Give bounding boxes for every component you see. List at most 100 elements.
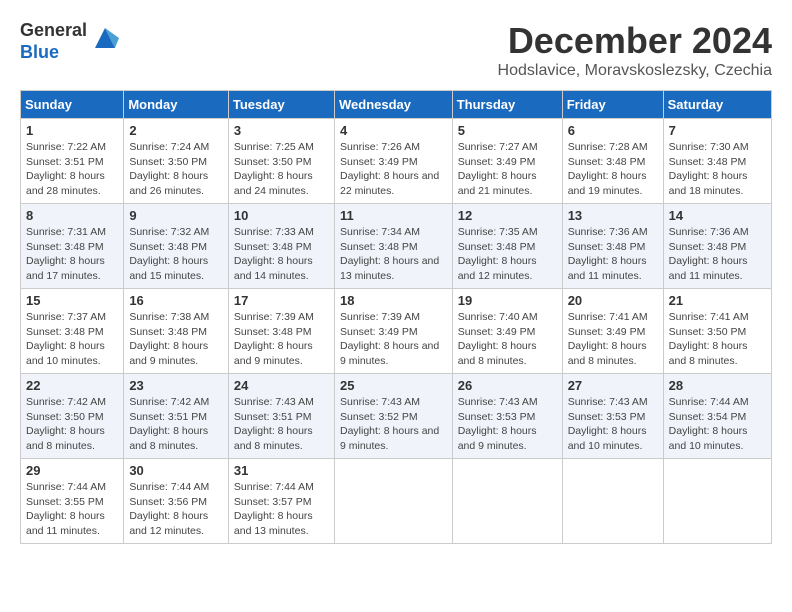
day-detail: Sunrise: 7:25 AMSunset: 3:50 PMDaylight:…: [234, 140, 329, 199]
month-title: December 2024: [498, 20, 772, 62]
day-detail: Sunrise: 7:31 AMSunset: 3:48 PMDaylight:…: [26, 225, 118, 284]
calendar-day-28: 28Sunrise: 7:44 AMSunset: 3:54 PMDayligh…: [663, 374, 771, 459]
day-number: 4: [340, 123, 447, 138]
calendar-day-13: 13 Sunrise: 7:36 AMSunset: 3:48 PMDayligh…: [562, 204, 663, 289]
calendar-day-2: 2 Sunrise: 7:24 AMSunset: 3:50 PMDaylight…: [124, 119, 229, 204]
day-detail: Sunrise: 7:36 AMSunset: 3:48 PMDaylight:…: [669, 225, 766, 284]
weekday-header-saturday: Saturday: [663, 91, 771, 119]
day-detail: Sunrise: 7:26 AMSunset: 3:49 PMDaylight:…: [340, 140, 447, 199]
day-detail: Sunrise: 7:43 AMSunset: 3:52 PMDaylight:…: [340, 395, 447, 454]
calendar-day-19: 19 Sunrise: 7:40 AMSunset: 3:49 PMDayligh…: [452, 289, 562, 374]
weekday-header-tuesday: Tuesday: [228, 91, 334, 119]
calendar-table: SundayMondayTuesdayWednesdayThursdayFrid…: [20, 90, 772, 544]
calendar-day-10: 10 Sunrise: 7:33 AMSunset: 3:48 PMDayligh…: [228, 204, 334, 289]
day-detail: Sunrise: 7:44 AMSunset: 3:56 PMDaylight:…: [129, 480, 223, 539]
day-number: 18: [340, 293, 447, 308]
day-number: 29: [26, 463, 118, 478]
calendar-week-3: 15 Sunrise: 7:37 AMSunset: 3:48 PMDayligh…: [21, 289, 772, 374]
weekday-header-monday: Monday: [124, 91, 229, 119]
day-number: 15: [26, 293, 118, 308]
day-number: 10: [234, 208, 329, 223]
day-number: 25: [340, 378, 447, 393]
day-number: 27: [568, 378, 658, 393]
calendar-day-3: 3 Sunrise: 7:25 AMSunset: 3:50 PMDaylight…: [228, 119, 334, 204]
logo-general: General: [20, 20, 87, 40]
empty-cell: [663, 459, 771, 544]
day-detail: Sunrise: 7:37 AMSunset: 3:48 PMDaylight:…: [26, 310, 118, 369]
calendar-week-4: 22 Sunrise: 7:42 AMSunset: 3:50 PMDayligh…: [21, 374, 772, 459]
empty-cell: [334, 459, 452, 544]
day-detail: Sunrise: 7:42 AMSunset: 3:51 PMDaylight:…: [129, 395, 223, 454]
day-number: 1: [26, 123, 118, 138]
calendar-week-2: 8 Sunrise: 7:31 AMSunset: 3:48 PMDaylight…: [21, 204, 772, 289]
calendar-day-17: 17Sunrise: 7:39 AMSunset: 3:48 PMDayligh…: [228, 289, 334, 374]
weekday-header-wednesday: Wednesday: [334, 91, 452, 119]
day-detail: Sunrise: 7:39 AMSunset: 3:48 PMDaylight:…: [234, 310, 329, 369]
day-detail: Sunrise: 7:41 AMSunset: 3:49 PMDaylight:…: [568, 310, 658, 369]
day-detail: Sunrise: 7:32 AMSunset: 3:48 PMDaylight:…: [129, 225, 223, 284]
empty-cell: [452, 459, 562, 544]
calendar-day-9: 9 Sunrise: 7:32 AMSunset: 3:48 PMDaylight…: [124, 204, 229, 289]
calendar-day-24: 24Sunrise: 7:43 AMSunset: 3:51 PMDayligh…: [228, 374, 334, 459]
calendar-day-20: 20Sunrise: 7:41 AMSunset: 3:49 PMDayligh…: [562, 289, 663, 374]
calendar-day-21: 21 Sunrise: 7:41 AMSunset: 3:50 PMDayligh…: [663, 289, 771, 374]
day-number: 3: [234, 123, 329, 138]
day-number: 8: [26, 208, 118, 223]
empty-cell: [562, 459, 663, 544]
day-number: 13: [568, 208, 658, 223]
calendar-day-29: 29 Sunrise: 7:44 AMSunset: 3:55 PMDayligh…: [21, 459, 124, 544]
day-detail: Sunrise: 7:44 AMSunset: 3:57 PMDaylight:…: [234, 480, 329, 539]
day-detail: Sunrise: 7:44 AMSunset: 3:55 PMDaylight:…: [26, 480, 118, 539]
calendar-day-27: 27Sunrise: 7:43 AMSunset: 3:53 PMDayligh…: [562, 374, 663, 459]
day-detail: Sunrise: 7:24 AMSunset: 3:50 PMDaylight:…: [129, 140, 223, 199]
day-number: 14: [669, 208, 766, 223]
day-detail: Sunrise: 7:40 AMSunset: 3:49 PMDaylight:…: [458, 310, 557, 369]
day-detail: Sunrise: 7:35 AMSunset: 3:48 PMDaylight:…: [458, 225, 557, 284]
day-number: 21: [669, 293, 766, 308]
day-detail: Sunrise: 7:41 AMSunset: 3:50 PMDaylight:…: [669, 310, 766, 369]
day-detail: Sunrise: 7:34 AMSunset: 3:48 PMDaylight:…: [340, 225, 447, 284]
day-number: 2: [129, 123, 223, 138]
calendar-day-25: 25 Sunrise: 7:43 AMSunset: 3:52 PMDayligh…: [334, 374, 452, 459]
day-number: 19: [458, 293, 557, 308]
calendar-day-14: 14 Sunrise: 7:36 AMSunset: 3:48 PMDayligh…: [663, 204, 771, 289]
day-detail: Sunrise: 7:27 AMSunset: 3:49 PMDaylight:…: [458, 140, 557, 199]
day-detail: Sunrise: 7:30 AMSunset: 3:48 PMDaylight:…: [669, 140, 766, 199]
page-header: General Blue December 2024 Hodslavice, M…: [20, 20, 772, 80]
day-detail: Sunrise: 7:42 AMSunset: 3:50 PMDaylight:…: [26, 395, 118, 454]
calendar-day-16: 16Sunrise: 7:38 AMSunset: 3:48 PMDayligh…: [124, 289, 229, 374]
logo: General Blue: [20, 20, 119, 63]
calendar-day-7: 7Sunrise: 7:30 AMSunset: 3:48 PMDaylight…: [663, 119, 771, 204]
weekday-header-thursday: Thursday: [452, 91, 562, 119]
calendar-day-4: 4 Sunrise: 7:26 AMSunset: 3:49 PMDaylight…: [334, 119, 452, 204]
location: Hodslavice, Moravskoslezsky, Czechia: [498, 62, 772, 80]
weekday-header-friday: Friday: [562, 91, 663, 119]
day-detail: Sunrise: 7:44 AMSunset: 3:54 PMDaylight:…: [669, 395, 766, 454]
calendar-day-15: 15 Sunrise: 7:37 AMSunset: 3:48 PMDayligh…: [21, 289, 124, 374]
day-detail: Sunrise: 7:43 AMSunset: 3:53 PMDaylight:…: [458, 395, 557, 454]
calendar-week-1: 1Sunrise: 7:22 AMSunset: 3:51 PMDaylight…: [21, 119, 772, 204]
day-number: 24: [234, 378, 329, 393]
weekday-header-sunday: Sunday: [21, 91, 124, 119]
calendar-day-23: 23 Sunrise: 7:42 AMSunset: 3:51 PMDayligh…: [124, 374, 229, 459]
day-detail: Sunrise: 7:28 AMSunset: 3:48 PMDaylight:…: [568, 140, 658, 199]
day-detail: Sunrise: 7:36 AMSunset: 3:48 PMDaylight:…: [568, 225, 658, 284]
day-number: 11: [340, 208, 447, 223]
day-number: 26: [458, 378, 557, 393]
calendar-week-5: 29 Sunrise: 7:44 AMSunset: 3:55 PMDayligh…: [21, 459, 772, 544]
day-detail: Sunrise: 7:33 AMSunset: 3:48 PMDaylight:…: [234, 225, 329, 284]
calendar-day-1: 1Sunrise: 7:22 AMSunset: 3:51 PMDaylight…: [21, 119, 124, 204]
day-number: 12: [458, 208, 557, 223]
calendar-day-22: 22 Sunrise: 7:42 AMSunset: 3:50 PMDayligh…: [21, 374, 124, 459]
day-number: 23: [129, 378, 223, 393]
calendar-day-12: 12 Sunrise: 7:35 AMSunset: 3:48 PMDayligh…: [452, 204, 562, 289]
calendar-day-6: 6 Sunrise: 7:28 AMSunset: 3:48 PMDaylight…: [562, 119, 663, 204]
day-number: 22: [26, 378, 118, 393]
calendar-day-31: 31Sunrise: 7:44 AMSunset: 3:57 PMDayligh…: [228, 459, 334, 544]
calendar-day-30: 30Sunrise: 7:44 AMSunset: 3:56 PMDayligh…: [124, 459, 229, 544]
day-number: 9: [129, 208, 223, 223]
day-number: 6: [568, 123, 658, 138]
calendar-day-5: 5Sunrise: 7:27 AMSunset: 3:49 PMDaylight…: [452, 119, 562, 204]
day-detail: Sunrise: 7:38 AMSunset: 3:48 PMDaylight:…: [129, 310, 223, 369]
calendar-day-11: 11 Sunrise: 7:34 AMSunset: 3:48 PMDayligh…: [334, 204, 452, 289]
